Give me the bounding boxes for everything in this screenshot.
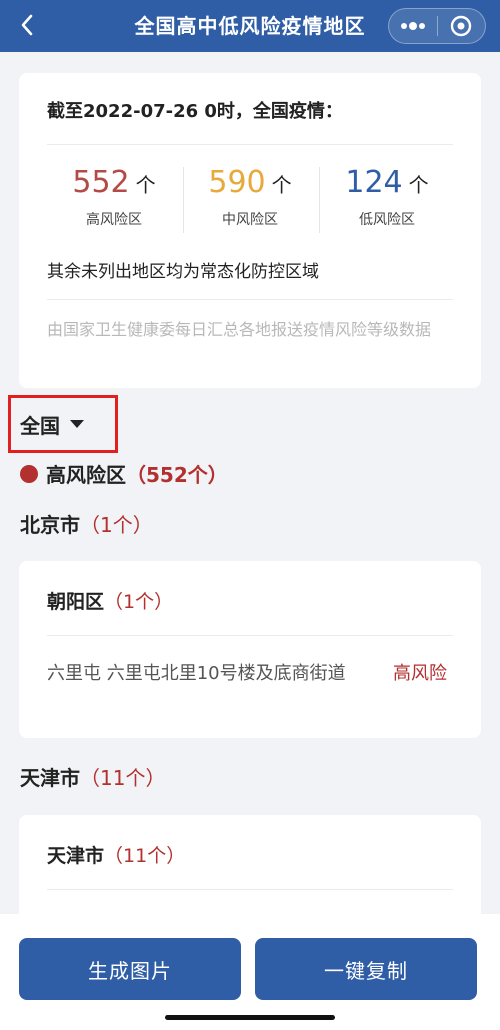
summary-heading: 截至2022-07-26 0时，全国疫情： [47,101,343,122]
data-source-note: 由国家卫生健康委每日汇总各地报送疫情风险等级数据 [47,320,432,339]
divider [47,889,453,890]
home-indicator [165,1015,335,1020]
section-title: 高风险区 [46,463,126,487]
high-risk-dot-icon [20,464,38,483]
region-filter-label: 全国 [20,413,60,438]
city-name: 天津市 [20,766,80,790]
district-count: （1个） [104,591,174,613]
stat-unit: 个 [271,173,292,197]
district-header: 天津市（11个） [47,841,185,868]
stat-label: 中风险区 [222,212,278,228]
summary-card: 截至2022-07-26 0时，全国疫情： 552 个 高风险区 590 个 中风险… [19,73,481,388]
divider [47,144,453,145]
rest-area-note: 其余未列出地区均为常态化防控区域 [47,262,319,282]
bottom-action-bar: 生成图片 一键复制 [0,914,500,1030]
city-header: 天津市（11个） [20,762,165,791]
stat-low-risk: 124 个 低风险区 [322,165,452,229]
nav-bar: 全国高中低风险疫情地区 [0,0,500,52]
district-name: 朝阳区 [47,591,105,613]
more-button[interactable] [389,9,437,43]
stat-divider [319,167,320,233]
generate-image-button[interactable]: 生成图片 [19,938,241,1000]
section-count: （552个） [126,463,228,487]
stat-value: 124 [345,165,403,200]
divider [47,635,453,636]
close-button[interactable] [438,9,486,43]
high-risk-section-header: 高风险区 （552个） [20,459,228,488]
city-count: （11个） [80,766,166,790]
mini-program-capsule [388,8,486,44]
risk-level-tag: 高风险 [393,663,447,684]
district-header: 朝阳区（1个） [47,587,173,614]
stat-unit: 个 [408,173,429,197]
city-count: （1个） [80,513,153,537]
stat-unit: 个 [135,173,156,197]
district-card: 朝阳区（1个） 六里屯 六里屯北里10号楼及底商街道 高风险 [19,561,481,738]
copy-all-button[interactable]: 一键复制 [255,938,477,1000]
city-name: 北京市 [20,513,80,537]
stat-label: 高风险区 [86,212,142,228]
stat-value: 552 [72,165,130,200]
dropdown-triangle-icon [70,420,84,428]
divider [47,299,453,300]
stat-value: 590 [208,165,266,200]
more-dots-icon [400,22,425,30]
stat-label: 低风险区 [359,212,415,228]
stat-medium-risk: 590 个 中风险区 [185,165,315,229]
district-name: 天津市 [47,845,105,867]
risk-area-address: 六里屯 六里屯北里10号楼及底商街道 [47,663,346,684]
target-circle-icon [451,15,472,37]
stat-high-risk: 552 个 高风险区 [49,165,179,229]
district-count: （11个） [104,845,186,867]
region-filter-dropdown[interactable]: 全国 [8,395,118,453]
city-header: 北京市（1个） [20,509,153,538]
stat-divider [183,167,184,233]
